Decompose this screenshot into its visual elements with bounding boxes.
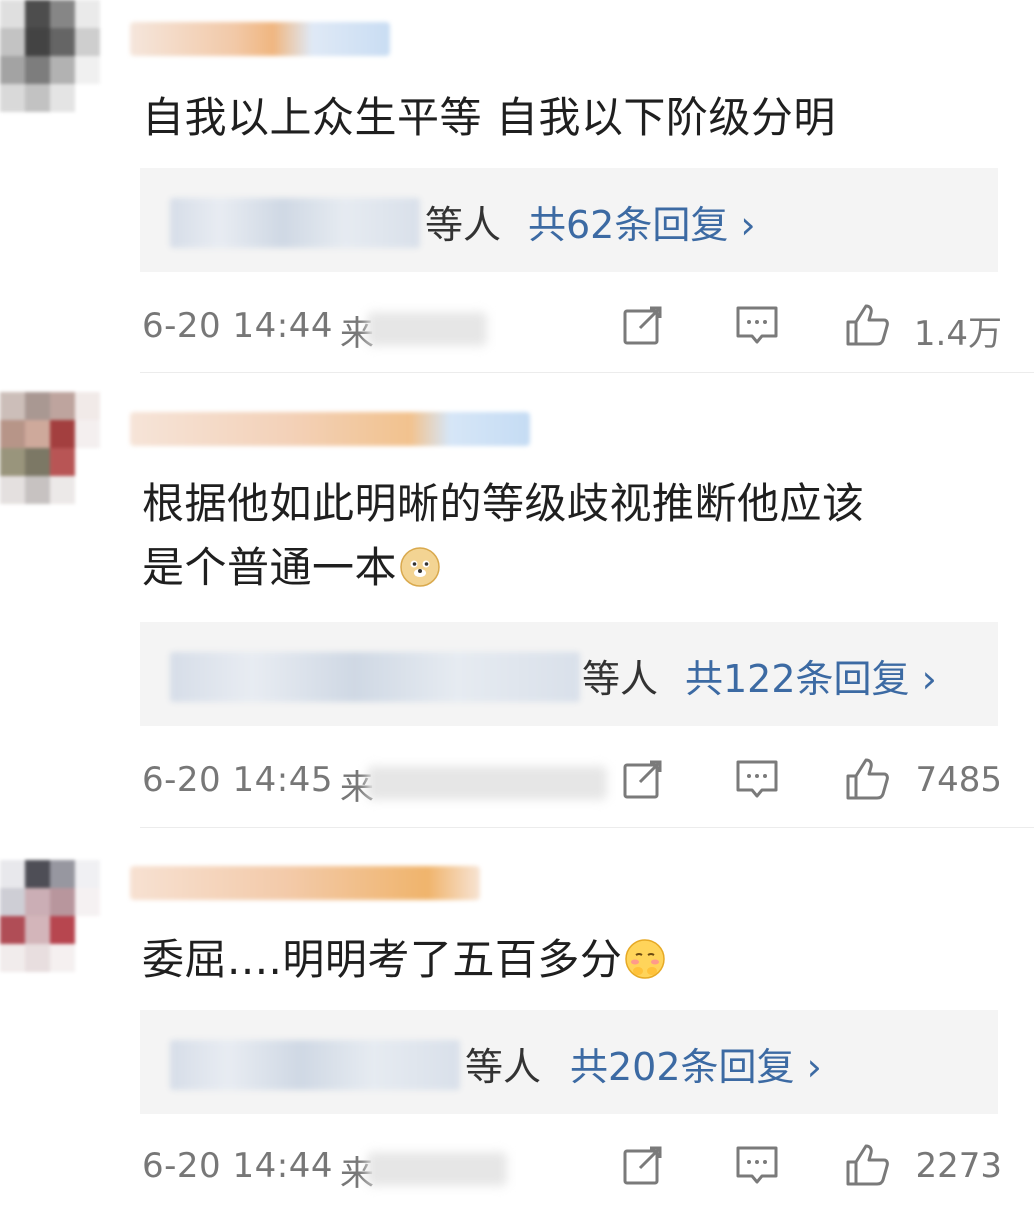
comment-text: 委屈....明明考了五百多分 [142,928,1002,992]
like-count: 7485 [915,760,1002,800]
comment-item: 根据他如此明晰的等级歧视推断他应该 是个普通一本 等人 共122条回复 › 6-… [0,392,1034,830]
share-icon[interactable] [620,1142,666,1188]
source-location-blurred [367,1152,507,1186]
share-icon[interactable] [620,756,666,802]
reply-usernames[interactable] [170,652,580,702]
comment-text: 根据他如此明晰的等级歧视推断他应该 是个普通一本 [142,479,865,592]
timestamp: 6-20 14:45 [142,760,333,800]
share-icon[interactable] [620,302,666,348]
reply-preview[interactable]: 等人 共62条回复 › [140,168,998,272]
thumbs-up-icon[interactable] [844,302,890,348]
doge-emoji [400,547,440,587]
comment-meta: 6-20 14:44 来 1.4万 [142,302,1002,354]
reply-usernames[interactable] [170,198,420,248]
username[interactable] [130,866,480,900]
reply-preview[interactable]: 等人 共202条回复 › [140,1010,998,1114]
reply-suffix: 等人 [425,203,502,247]
reply-usernames[interactable] [170,1040,460,1090]
reply-preview[interactable]: 等人 共122条回复 › [140,622,998,726]
like-count: 2273 [915,1146,1002,1186]
timestamp: 6-20 14:44 [142,306,333,346]
comment-icon[interactable] [734,756,780,802]
like-count: 1.4万 [913,314,1002,354]
reply-count-link[interactable]: 共122条回复 › [685,648,937,703]
source-location-blurred [367,312,487,346]
shy-face-emoji [625,939,666,979]
thumbs-up-icon[interactable] [844,756,890,802]
comment-item: 委屈....明明考了五百多分 等人 共202条回复 › 6-20 14:44 来… [0,850,1034,1222]
reply-suffix: 等人 [582,657,659,701]
timestamp: 6-20 14:44 [142,1146,333,1186]
reply-count-link[interactable]: 共202条回复 › [570,1036,822,1091]
comment-item: 自我以上众生平等 自我以下阶级分明 等人 共62条回复 › 6-20 14:44… [0,0,1034,375]
comment-meta: 6-20 14:44 来 2273 [142,1142,1002,1194]
avatar[interactable] [0,392,100,532]
thumbs-up-icon[interactable] [844,1142,890,1188]
username[interactable] [130,412,530,446]
reply-suffix: 等人 [465,1045,542,1089]
comment-icon[interactable] [734,302,780,348]
source-location-blurred [367,766,607,800]
divider [140,372,1034,373]
comment-icon[interactable] [734,1142,780,1188]
username[interactable] [130,22,390,56]
divider [140,827,1034,828]
avatar[interactable] [0,860,100,1000]
comment-text: 自我以上众生平等 自我以下阶级分明 [142,93,836,142]
comment-meta: 6-20 14:45 来 7485 [142,756,1002,808]
reply-count-link[interactable]: 共62条回复 › [528,194,756,249]
avatar[interactable] [0,0,100,140]
